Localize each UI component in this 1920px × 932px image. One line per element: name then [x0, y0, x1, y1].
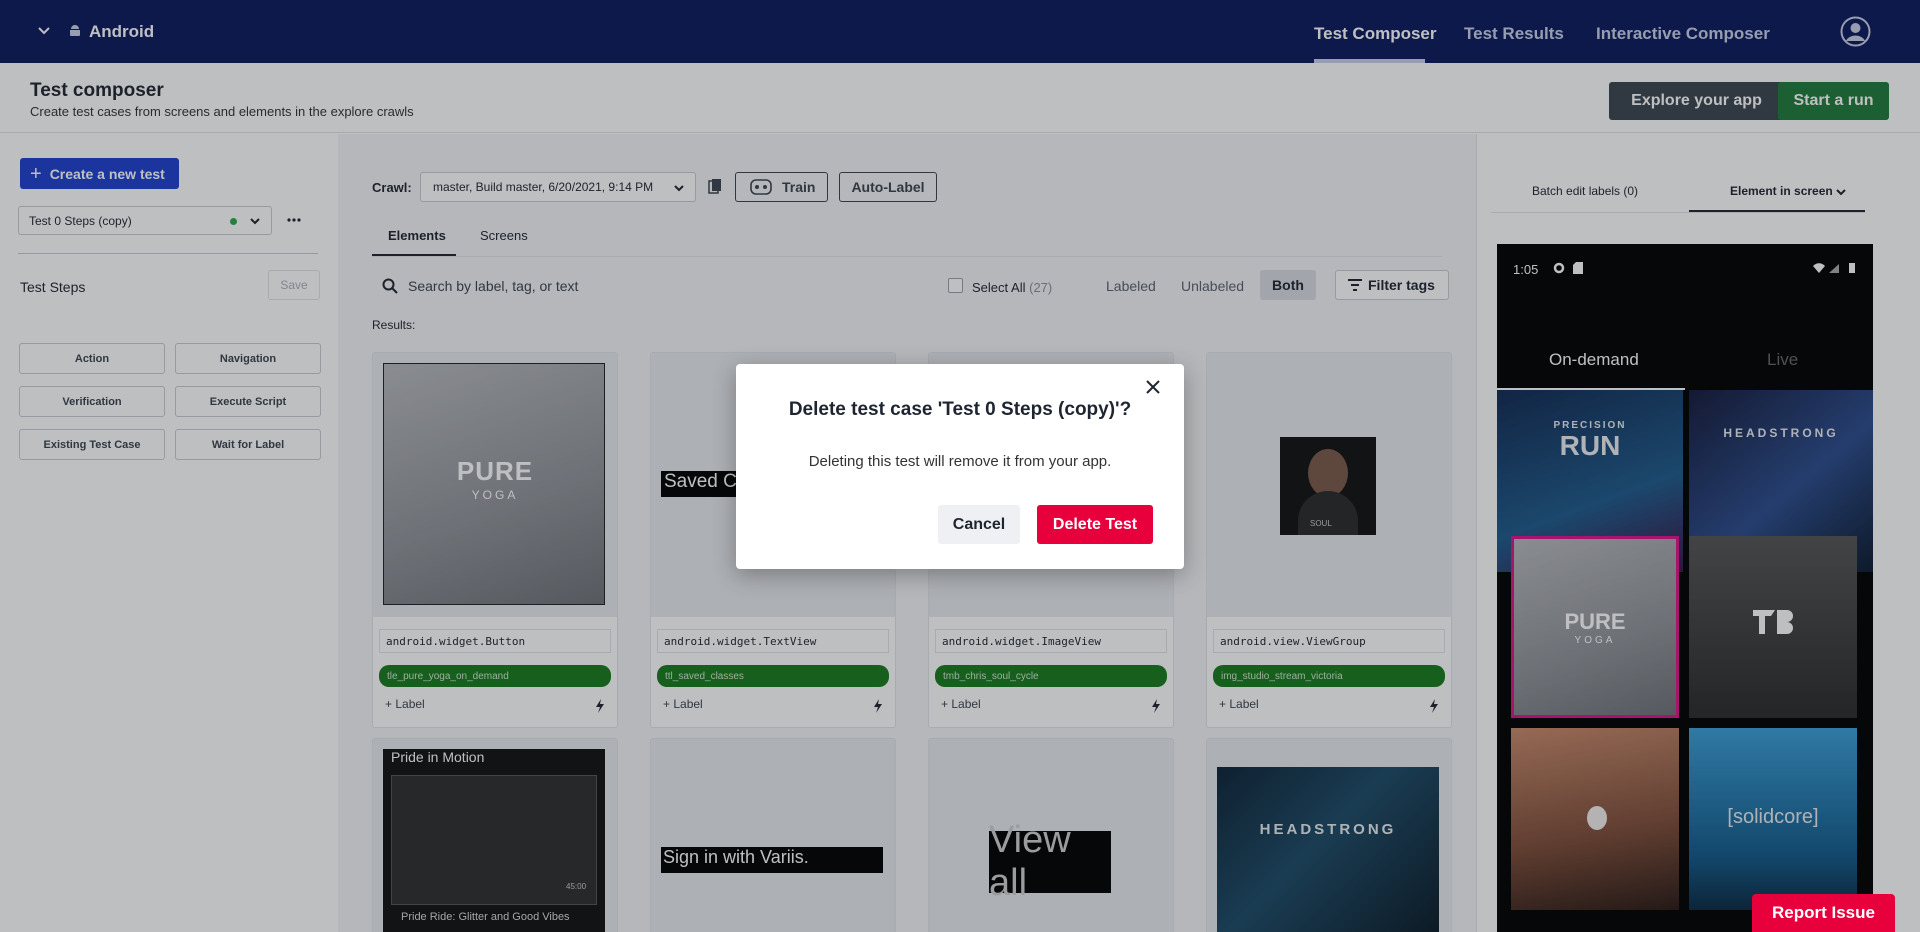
dialog-title: Delete test case 'Test 0 Steps (copy)'?: [788, 399, 1132, 420]
delete-test-button[interactable]: Delete Test: [1037, 505, 1153, 544]
report-issue-button[interactable]: Report Issue: [1752, 894, 1895, 932]
cancel-button[interactable]: Cancel: [938, 505, 1020, 544]
close-icon[interactable]: [1144, 378, 1162, 396]
delete-test-dialog: Delete test case 'Test 0 Steps (copy)'? …: [736, 364, 1184, 569]
dialog-message: Deleting this test will remove it from y…: [808, 453, 1112, 470]
